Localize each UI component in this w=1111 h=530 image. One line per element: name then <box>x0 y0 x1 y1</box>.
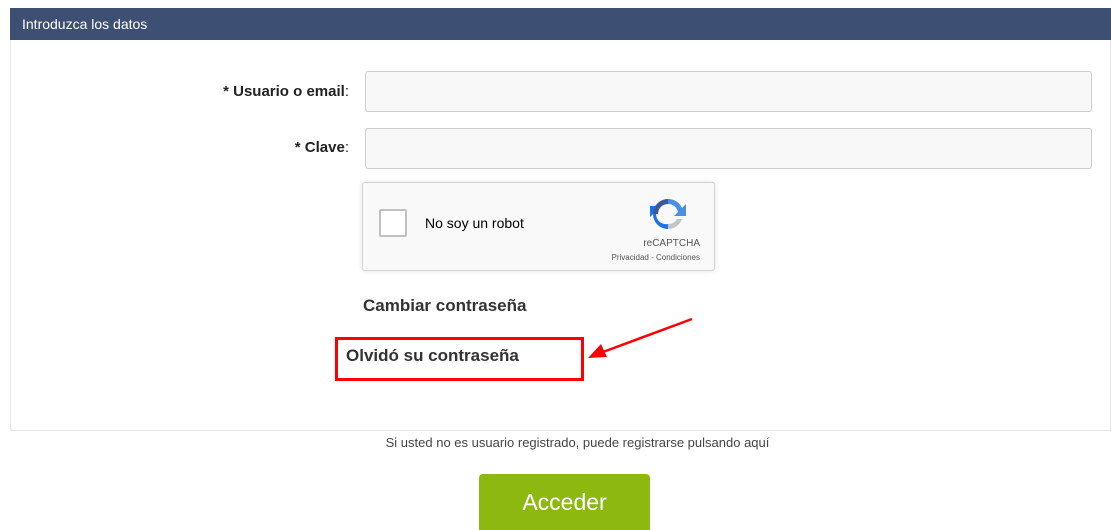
panel-header: Introduzca los datos <box>10 8 1111 40</box>
recaptcha-logo-icon <box>650 198 686 229</box>
password-label-text: * Clave <box>294 139 345 156</box>
password-input[interactable] <box>365 128 1092 169</box>
user-label-colon: : <box>344 83 349 100</box>
register-note[interactable]: Si usted no es usuario registrado, puede… <box>0 435 1111 450</box>
red-arrow-icon <box>588 317 693 358</box>
recaptcha-privacy-links[interactable]: Privacidad - Condiciones <box>612 253 701 262</box>
panel-title: Introduzca los datos <box>22 16 148 32</box>
recaptcha-checkbox[interactable] <box>379 209 407 237</box>
change-password-link[interactable]: Cambiar contraseña <box>363 296 526 316</box>
user-email-input[interactable] <box>365 71 1092 112</box>
password-label: * Clave: <box>295 139 349 156</box>
password-label-colon: : <box>344 139 349 156</box>
recaptcha-label: No soy un robot <box>425 215 524 231</box>
user-label: * Usuario o email: <box>223 83 349 100</box>
recaptcha-brand: reCAPTCHA <box>643 238 700 249</box>
login-page: Introduzca los datos * Usuario o email: … <box>0 0 1111 530</box>
submit-button[interactable]: Acceder <box>479 474 650 530</box>
user-label-text: * Usuario o email <box>223 83 345 100</box>
highlight-box <box>335 337 584 381</box>
recaptcha-widget: No soy un robot reCAPTCHA Privacidad - C… <box>362 182 715 271</box>
